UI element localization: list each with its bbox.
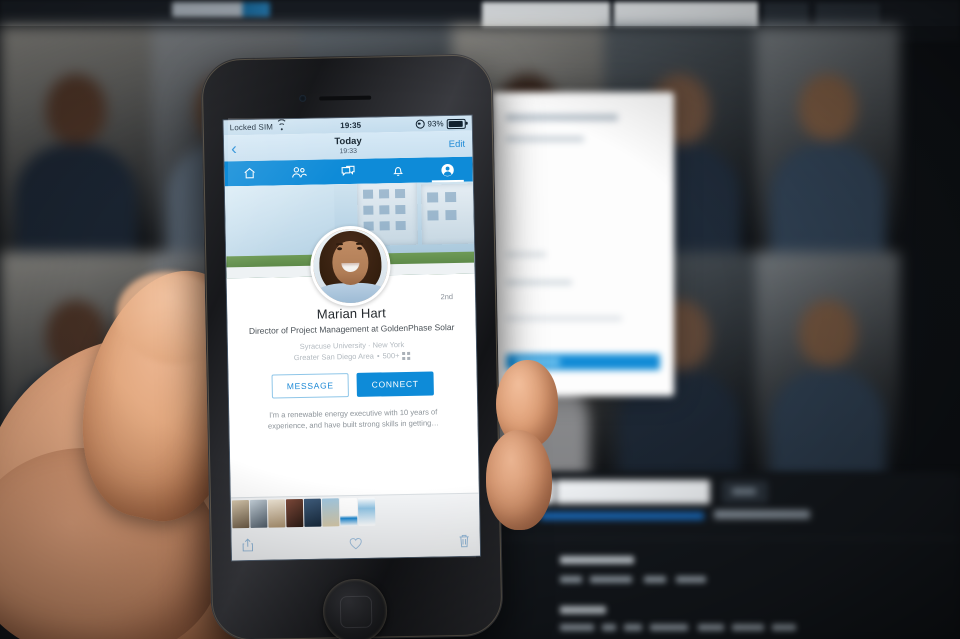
carrier-label: Locked SIM: [229, 122, 274, 133]
edit-button[interactable]: Edit: [449, 138, 466, 149]
console-link-row[interactable]: [540, 512, 704, 520]
browser-address-field[interactable]: [482, 2, 610, 28]
monitor-dialog: [492, 92, 674, 396]
photo-thumbnail[interactable]: [285, 498, 304, 528]
dialog-subtitle-line: [506, 136, 584, 142]
rotation-lock-icon: [415, 119, 425, 129]
share-button[interactable]: [238, 537, 318, 553]
back-chevron-icon[interactable]: ‹: [231, 139, 237, 158]
dialog-body-line-3: [506, 316, 622, 321]
front-camera-icon: [299, 94, 307, 102]
connect-button[interactable]: CONNECT: [356, 370, 434, 397]
share-toolbar: [231, 526, 480, 561]
degree-badge: 2nd: [440, 292, 454, 302]
profile-name: Marian Hart: [316, 305, 386, 322]
console-meta-row: [714, 510, 810, 519]
console-search-input[interactable]: [556, 480, 710, 504]
battery-percent: 93%: [427, 119, 444, 129]
tab-home[interactable]: [224, 160, 274, 186]
browser-button-a[interactable]: [764, 3, 808, 25]
favorite-button[interactable]: [318, 536, 394, 550]
photo-thumbnail[interactable]: [249, 499, 268, 528]
people-icon: [292, 167, 307, 178]
browser-search-field[interactable]: [614, 2, 758, 28]
nav-title: Today: [334, 135, 362, 148]
connections-icon: [402, 351, 411, 360]
tab-me[interactable]: [423, 157, 473, 183]
photo-thumbnail[interactable]: [357, 497, 376, 526]
avatar-shirt: [315, 282, 387, 306]
photo-thumbnail[interactable]: [231, 500, 250, 529]
profile-content: 2nd Marian Hart Director of Project Mana…: [224, 181, 481, 561]
tab-messaging[interactable]: [324, 159, 374, 185]
middle-finger: [486, 430, 552, 530]
dialog-body-line-1: [506, 252, 546, 257]
phone-device: Locked SIM 19:35 93% ‹ Today 19:33 Edit: [200, 53, 504, 639]
photo-strip[interactable]: [231, 494, 480, 531]
bell-icon: [393, 167, 404, 176]
profile-actions: MESSAGE CONNECT: [239, 370, 467, 399]
scene-root: Locked SIM 19:35 93% ‹ Today 19:33 Edit: [0, 0, 960, 639]
home-icon: [244, 167, 255, 179]
dialog-body-line-2: [506, 280, 572, 285]
console-search-button[interactable]: [722, 481, 768, 503]
delete-button[interactable]: [394, 534, 474, 550]
photo-thumbnail[interactable]: [321, 498, 340, 527]
status-time: 19:35: [340, 120, 362, 131]
photo-thumbnail[interactable]: [303, 498, 322, 527]
nav-title-group: Today 19:33: [224, 134, 472, 159]
avatar[interactable]: [309, 225, 392, 307]
nav-subtitle: 19:33: [339, 147, 358, 156]
profile-location: Greater San Diego Area: [293, 351, 374, 362]
linkedin-logo-icon: [172, 2, 270, 17]
phone-screen: Locked SIM 19:35 93% ‹ Today 19:33 Edit: [223, 115, 481, 561]
home-button[interactable]: [322, 578, 388, 639]
heart-icon: [349, 537, 362, 549]
profile-connections: 500+: [382, 350, 400, 360]
person-circle-icon: [441, 163, 454, 176]
photo-thumbnail[interactable]: [339, 497, 358, 527]
tab-notifications[interactable]: [373, 158, 423, 184]
tab-my-network[interactable]: [274, 160, 324, 186]
trash-icon: [459, 534, 469, 548]
chat-bubbles-icon: [342, 165, 356, 176]
browser-button-b[interactable]: [816, 3, 880, 25]
dialog-title-line: [506, 114, 618, 121]
profile-headline: Director of Project Management at Golden…: [248, 322, 455, 336]
message-button[interactable]: MESSAGE: [271, 372, 349, 399]
share-up-icon: [242, 538, 254, 552]
share-sheet: [230, 492, 481, 561]
earpiece-speaker: [319, 95, 372, 101]
wifi-icon: [275, 119, 288, 131]
profile-summary: I'm a renewable energy executive with 10…: [267, 406, 440, 431]
photo-thumbnail[interactable]: [267, 499, 286, 528]
battery-icon: [446, 118, 466, 129]
